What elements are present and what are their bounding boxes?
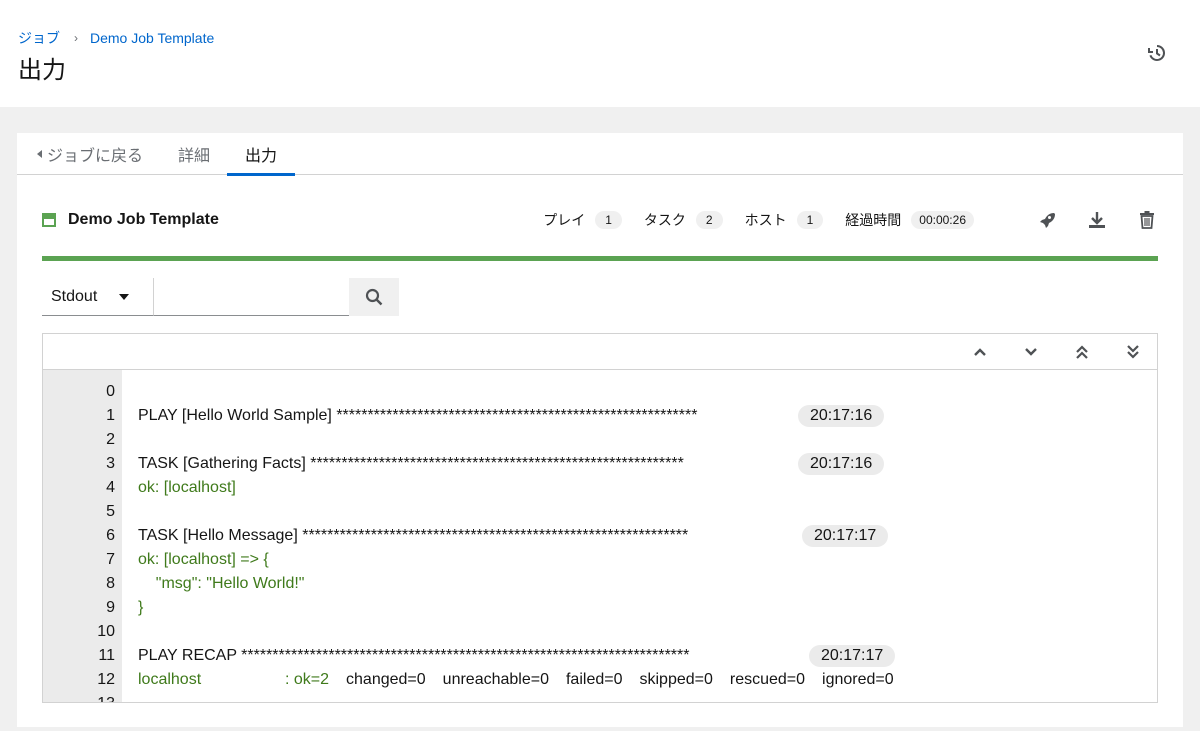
tab-details[interactable]: 詳細 <box>161 133 227 175</box>
output-line: 13 <box>43 692 1157 702</box>
recap-row: localhost : ok=2 changed=0 unreachable=0 fai… <box>138 671 911 689</box>
recap-changed: changed=0 <box>346 671 426 688</box>
job-actions <box>1008 205 1158 235</box>
line-number: 5 <box>106 503 115 520</box>
output-lines: 0 1 PLAY [Hello World Sample] ************… <box>43 370 1157 702</box>
output-line: 10 <box>43 620 1157 644</box>
output-line: 1 PLAY [Hello World Sample] *************… <box>43 404 1157 428</box>
line-content: TASK [Hello Message] *******************… <box>138 527 689 544</box>
line-number: 2 <box>106 431 115 448</box>
plays-label: プレイ <box>543 212 586 228</box>
angle-double-down-icon[interactable] <box>1123 342 1143 362</box>
job-output-panel: 0 1 PLAY [Hello World Sample] ************… <box>42 333 1158 703</box>
recap-failed: failed=0 <box>565 671 623 688</box>
output-line: 0 <box>43 380 1157 404</box>
page-title: 出力 <box>18 57 66 84</box>
line-number: 7 <box>106 551 115 568</box>
search-icon <box>365 288 383 306</box>
recap-ignored: ignored=0 <box>822 671 894 688</box>
elapsed-time-badge: 00:00:26 <box>911 211 974 229</box>
hosts-count-badge: 1 <box>796 211 824 229</box>
line-number: 1 <box>106 407 115 424</box>
timestamp-badge: 20:17:16 <box>798 453 885 475</box>
tasks-count-badge: 2 <box>695 211 723 229</box>
line-number: 11 <box>98 647 115 664</box>
output-line: 12 localhost : ok=2 changed=0 unreachable=0 f… <box>43 668 1157 692</box>
recap-skipped: skipped=0 <box>639 671 713 688</box>
angle-down-icon[interactable] <box>1021 342 1041 362</box>
line-number: 9 <box>106 599 115 616</box>
recap-host: localhost <box>138 671 202 688</box>
line-number: 8 <box>106 575 115 592</box>
job-progress-bar <box>42 256 1158 261</box>
download-icon[interactable] <box>1086 209 1108 231</box>
line-content: PLAY [Hello World Sample] **************… <box>138 407 698 424</box>
job-name: Demo Job Template <box>68 211 219 228</box>
line-number: 13 <box>43 695 115 702</box>
line-number: 0 <box>106 383 115 400</box>
timestamp-badge: 20:17:16 <box>798 405 885 427</box>
breadcrumb-job-link[interactable]: Demo Job Template <box>90 30 214 46</box>
line-content: "msg": "Hello World!" <box>138 575 305 592</box>
output-line: 5 <box>43 500 1157 524</box>
history-icon[interactable] <box>1146 42 1168 64</box>
line-content: PLAY RECAP *****************************… <box>138 647 690 664</box>
output-line: 8 "msg": "Hello World!" <box>43 572 1157 596</box>
tasks-label: タスク <box>643 212 686 228</box>
output-line: 6 TASK [Hello Message] ******************… <box>43 524 1157 548</box>
timestamp-badge: 20:17:17 <box>809 645 896 667</box>
job-status-icon <box>42 213 56 227</box>
output-search-bar: Stdout <box>42 278 399 316</box>
hosts-label: ホスト <box>744 212 787 228</box>
job-stats: プレイ 1 タスク 2 ホスト 1 経過時間 00:00:26 <box>543 205 974 235</box>
page-header: ジョブ › Demo Job Template 出力 <box>0 0 1200 107</box>
rocket-icon[interactable] <box>1036 209 1058 231</box>
output-search-input[interactable] <box>153 278 349 316</box>
output-line: 2 <box>43 428 1157 452</box>
output-line: 9} <box>43 596 1157 620</box>
tab-back-to-jobs[interactable]: ジョブに戻る <box>17 133 161 175</box>
job-header: Demo Job Template プレイ 1 タスク 2 ホスト 1 経過時間… <box>42 205 1158 235</box>
line-number: 12 <box>97 671 115 688</box>
recap-unreachable: unreachable=0 <box>442 671 549 688</box>
recap-ok: : ok=2 <box>285 671 330 688</box>
caret-down-icon <box>119 293 130 300</box>
angle-up-icon[interactable] <box>970 342 990 362</box>
line-number: 6 <box>106 527 115 544</box>
output-line: 4 ok: [localhost] <box>43 476 1157 500</box>
breadcrumb: ジョブ › Demo Job Template <box>18 28 214 48</box>
output-line: 11 PLAY RECAP ***************************… <box>43 644 1157 668</box>
tab-back-label: ジョブに戻る <box>47 148 144 165</box>
tab-output[interactable]: 出力 <box>227 133 296 176</box>
plays-count-badge: 1 <box>595 211 622 229</box>
breadcrumb-jobs-link[interactable]: ジョブ <box>18 28 60 48</box>
timestamp-badge: 20:17:17 <box>802 525 889 547</box>
breadcrumb-separator-icon: › <box>74 31 78 45</box>
line-content: TASK [Gathering Facts] *****************… <box>138 455 684 472</box>
recap-rescued: rescued=0 <box>729 671 806 688</box>
job-output-card: ジョブに戻る 詳細 出力 Demo Job Template プレイ 1 タスク… <box>17 133 1183 727</box>
tab-bar: ジョブに戻る 詳細 出力 <box>17 133 1183 176</box>
line-content: } <box>138 599 144 616</box>
output-filter-value: Stdout <box>51 287 98 305</box>
output-scroll-toolbar <box>43 334 1157 370</box>
search-button[interactable] <box>349 278 399 316</box>
line-content: ok: [localhost] <box>138 479 236 496</box>
trash-icon[interactable] <box>1136 209 1158 231</box>
line-number: 3 <box>106 455 115 472</box>
elapsed-label: 経過時間 <box>845 212 902 228</box>
output-line: 3 TASK [Gathering Facts] ****************… <box>43 452 1157 476</box>
angle-double-up-icon[interactable] <box>1072 342 1092 362</box>
line-content: ok: [localhost] => { <box>138 551 269 568</box>
caret-left-icon <box>37 150 42 158</box>
line-number: 4 <box>106 479 115 496</box>
output-line: 7 ok: [localhost] => { <box>43 548 1157 572</box>
line-number: 10 <box>97 623 115 640</box>
output-filter-select[interactable]: Stdout <box>42 278 153 316</box>
